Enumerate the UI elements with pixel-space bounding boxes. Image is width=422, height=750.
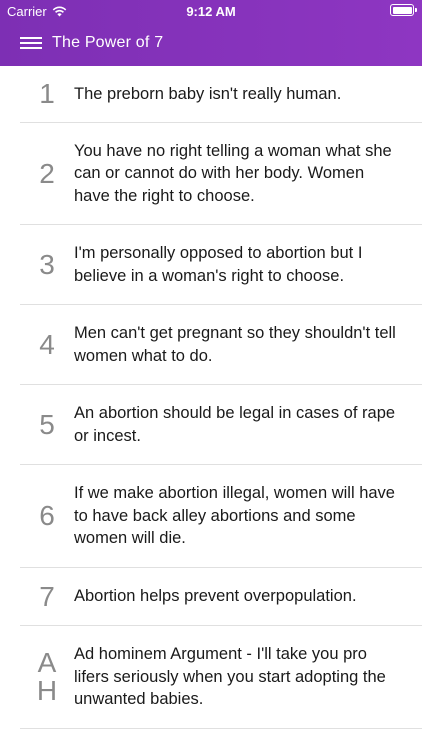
item-number: 4 [39,328,55,360]
item-number: 7 [39,580,55,612]
navigation-bar: The Power of 7 [0,22,422,66]
list-item-2[interactable]: 2 You have no right telling a woman what… [20,123,422,225]
item-text: Ad hominem Argument - I'll take you pro … [74,645,386,709]
status-time: 9:12 AM [186,4,236,19]
page-title: The Power of 7 [52,34,164,51]
app-header: Carrier 9:12 AM The Power of 7 [0,0,422,66]
item-number: 1 [39,78,55,109]
list-item-6[interactable]: 6 If we make abortion illegal, women wil… [20,465,422,568]
list-item-7[interactable]: 7 Abortion helps prevent overpopulation. [20,568,422,626]
item-number: A H [20,649,74,705]
list-item-3[interactable]: 3 I'm personally opposed to abortion but… [20,225,422,305]
list-item-ah[interactable]: A H Ad hominem Argument - I'll take you … [20,626,422,729]
list-item-1[interactable]: 1 The preborn baby isn't really human. [20,66,422,123]
battery-icon [390,4,417,16]
item-text: The preborn baby isn't really human. [74,84,342,103]
item-number: 5 [39,408,55,440]
argument-list: 1 The preborn baby isn't really human. 2… [0,66,422,729]
item-text: Men can't get pregnant so they shouldn't… [74,324,396,365]
item-number: 3 [39,248,55,280]
item-text: You have no right telling a woman what s… [74,141,392,205]
item-text: I'm personally opposed to abortion but I… [74,244,363,285]
item-number-line1: A [37,647,57,678]
item-text: If we make abortion illegal, women will … [74,484,395,548]
battery-level [392,6,412,14]
item-number: 6 [39,500,55,531]
item-number-line2: H [36,675,58,706]
item-text: Abortion helps prevent overpopulation. [74,587,357,606]
list-item-4[interactable]: 4 Men can't get pregnant so they shouldn… [20,305,422,385]
status-bar: Carrier 9:12 AM [0,0,422,22]
list-item-5[interactable]: 5 An abortion should be legal in cases o… [20,385,422,465]
item-number: 2 [39,157,55,189]
hamburger-menu-icon[interactable] [20,34,44,54]
item-text: An abortion should be legal in cases of … [74,404,396,445]
